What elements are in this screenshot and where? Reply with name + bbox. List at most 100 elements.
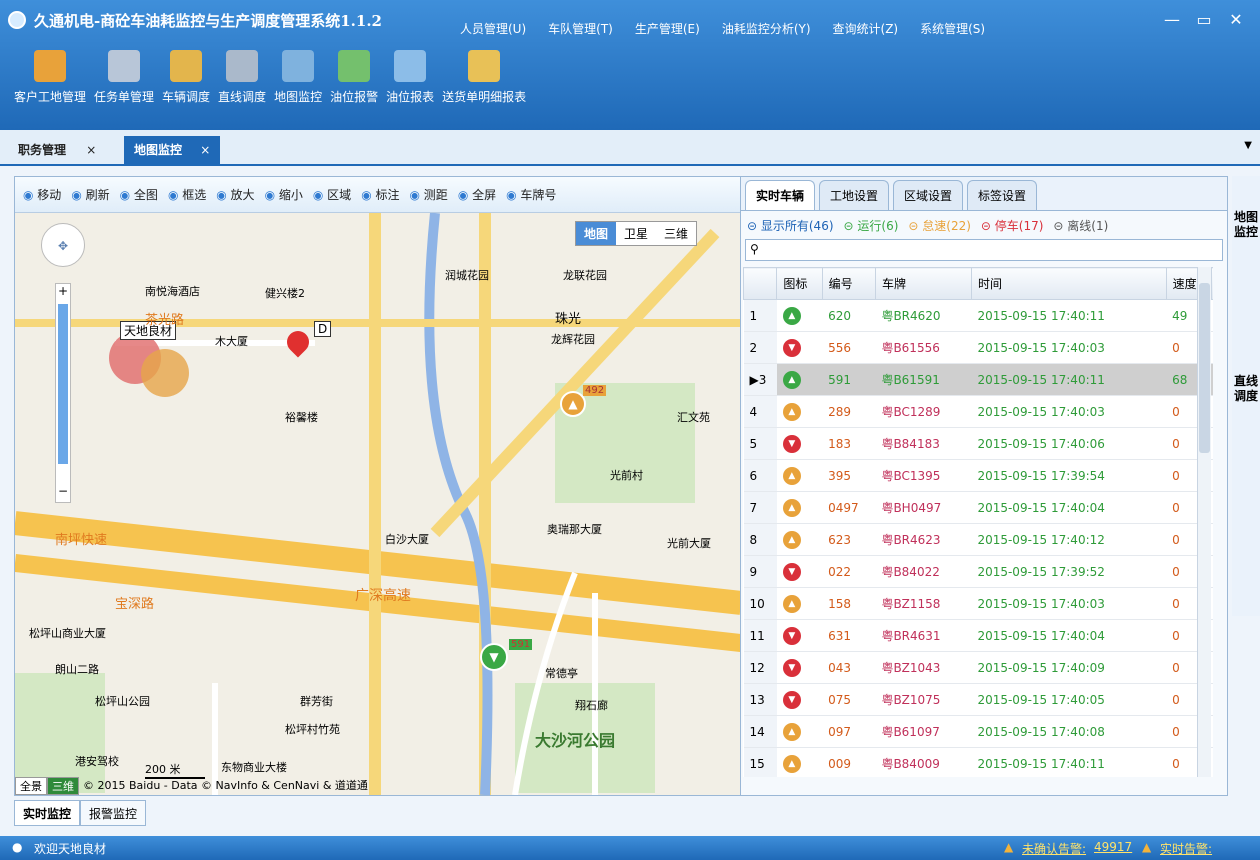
map-type-normal[interactable]: 地图 <box>576 222 617 245</box>
map-dock-3d[interactable]: 三维 <box>47 777 79 795</box>
column-header[interactable]: 编号 <box>821 267 876 300</box>
filter-label: 停车(17) <box>994 218 1044 233</box>
toolbar-button[interactable]: 送货单明细报表 <box>442 50 526 105</box>
tab-map-monitor[interactable]: 地图监控 × <box>124 136 221 166</box>
status-filter[interactable]: ⊝ 怠速(22) <box>908 217 971 234</box>
panel-tab[interactable]: 工地设置 <box>819 180 890 210</box>
vehicle-plate: 粤BZ1043 <box>875 651 972 684</box>
map-pan-control[interactable]: ✥ <box>41 223 85 267</box>
column-header[interactable] <box>743 267 778 300</box>
map-tool-globe[interactable]: ◉ 全图 <box>120 186 158 203</box>
menu-item[interactable]: 生产管理(E) <box>635 20 700 37</box>
map-type-satellite[interactable]: 卫星 <box>616 222 656 245</box>
unconfirmed-alarm-label[interactable]: 未确认告警: <box>1022 840 1086 857</box>
side-tab-line-dispatch[interactable]: 直线调度 <box>1234 374 1258 404</box>
map-dock-panorama[interactable]: 全景 <box>15 777 47 795</box>
report-time: 2015-09-15 17:40:08 <box>971 715 1167 748</box>
panel-tab[interactable]: 实时车辆 <box>745 180 816 210</box>
vehicle-mileage: 32 <box>1211 331 1213 364</box>
toolbar-button[interactable]: 客户工地管理 <box>14 50 86 105</box>
toolbar-button[interactable]: 任务单管理 <box>94 50 154 105</box>
map-tool-select[interactable]: ◉ 框选 <box>168 186 206 203</box>
marker-icon: ◉ <box>361 188 376 202</box>
minimize-button[interactable]: — <box>1158 6 1186 34</box>
table-row[interactable]: 4▲289粤BC12892015-09-15 17:40:03062 <box>743 395 1213 428</box>
map-tool-region[interactable]: ◉ 区域 <box>313 186 351 203</box>
map-tool-zoom-in[interactable]: ◉ 放大 <box>216 186 254 203</box>
map-tool-zoom-out[interactable]: ◉ 缩小 <box>265 186 303 203</box>
tab-alarm-monitor[interactable]: 报警监控 <box>80 800 147 826</box>
map-type-3d[interactable]: 三维 <box>656 222 696 245</box>
toolbar-button[interactable]: 车辆调度 <box>162 50 210 105</box>
table-row[interactable]: 13▼075粤BZ10752015-09-15 17:40:05046 <box>743 683 1213 716</box>
tab-dropdown-icon[interactable]: ▼ <box>1244 140 1252 151</box>
vehicle-search-input[interactable]: ⚲ <box>745 239 1223 261</box>
table-row[interactable]: 8▲623粤BR46232015-09-15 17:40:12085 <box>743 523 1213 556</box>
table-row[interactable]: 5▼183粤B841832015-09-15 17:40:06037 <box>743 427 1213 460</box>
panel-tab[interactable]: 区域设置 <box>893 180 964 210</box>
tab-close-icon[interactable]: × <box>200 143 210 157</box>
toolbar-button[interactable]: 油位报警 <box>330 50 378 105</box>
map-tool-fullscreen[interactable]: ◉ 全屏 <box>458 186 496 203</box>
vertical-scrollbar[interactable] <box>1197 267 1211 777</box>
table-row[interactable]: 14▲097粤B610972015-09-15 17:40:08031 <box>743 715 1213 748</box>
map-tool-label: 区域 <box>327 188 352 202</box>
toolbar-button[interactable]: 直线调度 <box>218 50 266 105</box>
table-row[interactable]: 2▼556粤B615562015-09-15 17:40:03032 <box>743 331 1213 364</box>
menu-item[interactable]: 查询统计(Z) <box>833 20 899 37</box>
unconfirmed-alarm-count[interactable]: 49917 <box>1094 840 1132 854</box>
map-tool-ruler[interactable]: ◉ 测距 <box>410 186 448 203</box>
menu-item[interactable]: 车队管理(T) <box>548 20 613 37</box>
toolbar-button-label: 油位报表 <box>386 90 435 104</box>
status-filter[interactable]: ⊝ 停车(17) <box>981 217 1044 234</box>
column-header[interactable]: 车牌 <box>874 267 972 300</box>
column-header[interactable]: 时间 <box>970 267 1167 300</box>
map-tool-marker[interactable]: ◉ 标注 <box>361 186 399 203</box>
table-row[interactable]: 12▼043粤BZ10432015-09-15 17:40:09039 <box>743 651 1213 684</box>
status-filter[interactable]: ⊝ 运行(6) <box>844 217 899 234</box>
vehicle-marker-icon[interactable]: ▼ <box>480 643 508 671</box>
map-tool-plate[interactable]: ◉ 车牌号 <box>506 186 556 203</box>
map-place-label: 健兴楼2 <box>265 287 305 300</box>
vehicle-mileage: 34 <box>1211 587 1213 620</box>
menu-item[interactable]: 系统管理(S) <box>920 20 985 37</box>
tab-close-icon[interactable]: × <box>86 143 96 157</box>
status-filter[interactable]: ⊝ 离线(1) <box>1053 217 1108 234</box>
table-row[interactable]: ▶3▲591粤B615912015-09-15 17:40:116827 <box>743 363 1213 396</box>
status-icon: ▼ <box>776 651 823 684</box>
tab-job-management[interactable]: 职务管理 × <box>8 136 106 166</box>
table-row[interactable]: 10▲158粤BZ11582015-09-15 17:40:03034 <box>743 587 1213 620</box>
status-filter[interactable]: ⊝ 显示所有(46) <box>747 217 834 234</box>
table-row[interactable]: 6▲395粤BC13952015-09-15 17:39:54071 <box>743 459 1213 492</box>
map-tool-refresh[interactable]: ◉ 刷新 <box>71 186 109 203</box>
table-row[interactable]: 9▼022粤B840222015-09-15 17:39:52033 <box>743 555 1213 588</box>
scroll-thumb[interactable] <box>1199 283 1210 453</box>
column-header[interactable]: 图标 <box>776 267 823 300</box>
table-row[interactable]: 1▲620粤BR46202015-09-15 17:40:114960 <box>743 299 1213 332</box>
status-icon: ▲ <box>776 395 823 428</box>
close-button[interactable]: ✕ <box>1222 6 1250 34</box>
map-place-label: 南悦海酒店 <box>145 285 200 298</box>
map-place-label: 松坪山公园 <box>95 695 150 708</box>
maximize-button[interactable]: ▭ <box>1190 6 1218 34</box>
toolbar-button[interactable]: 油位报表 <box>386 50 434 105</box>
status-icon: ▲ <box>776 587 823 620</box>
tab-realtime-monitor[interactable]: 实时监控 <box>14 800 81 826</box>
zoom-in-icon[interactable]: + <box>56 284 70 300</box>
realtime-alarm-label[interactable]: 实时告警: <box>1160 840 1212 857</box>
table-row[interactable]: 11▼631粤BR46312015-09-15 17:40:04042 <box>743 619 1213 652</box>
toolbar-button[interactable]: 地图监控 <box>274 50 322 105</box>
map-road-label: 宝深路 <box>115 597 155 612</box>
menu-item[interactable]: 油耗监控分析(Y) <box>722 20 811 37</box>
table-row[interactable]: 15▲009粤B840092015-09-15 17:40:11066 <box>743 747 1213 777</box>
menu-item[interactable]: 人员管理(U) <box>460 20 526 37</box>
map-canvas[interactable]: 地图 卫星 三维 ✥ + − 天地良材 D ▲ 492 ▼ 591 南悦海酒店 … <box>15 213 741 795</box>
column-header[interactable]: 里 <box>1210 267 1213 300</box>
zoom-slider[interactable]: + − <box>55 283 71 503</box>
side-tab-map-monitor[interactable]: 地图监控 <box>1234 210 1258 240</box>
map-tool-move[interactable]: ◉ 移动 <box>23 186 61 203</box>
panel-tab[interactable]: 标签设置 <box>967 180 1038 210</box>
zoom-out-icon[interactable]: − <box>56 484 70 500</box>
row-number: 13 <box>743 683 777 716</box>
table-row[interactable]: 7▲0497粤BH04972015-09-15 17:40:04043 <box>743 491 1213 524</box>
